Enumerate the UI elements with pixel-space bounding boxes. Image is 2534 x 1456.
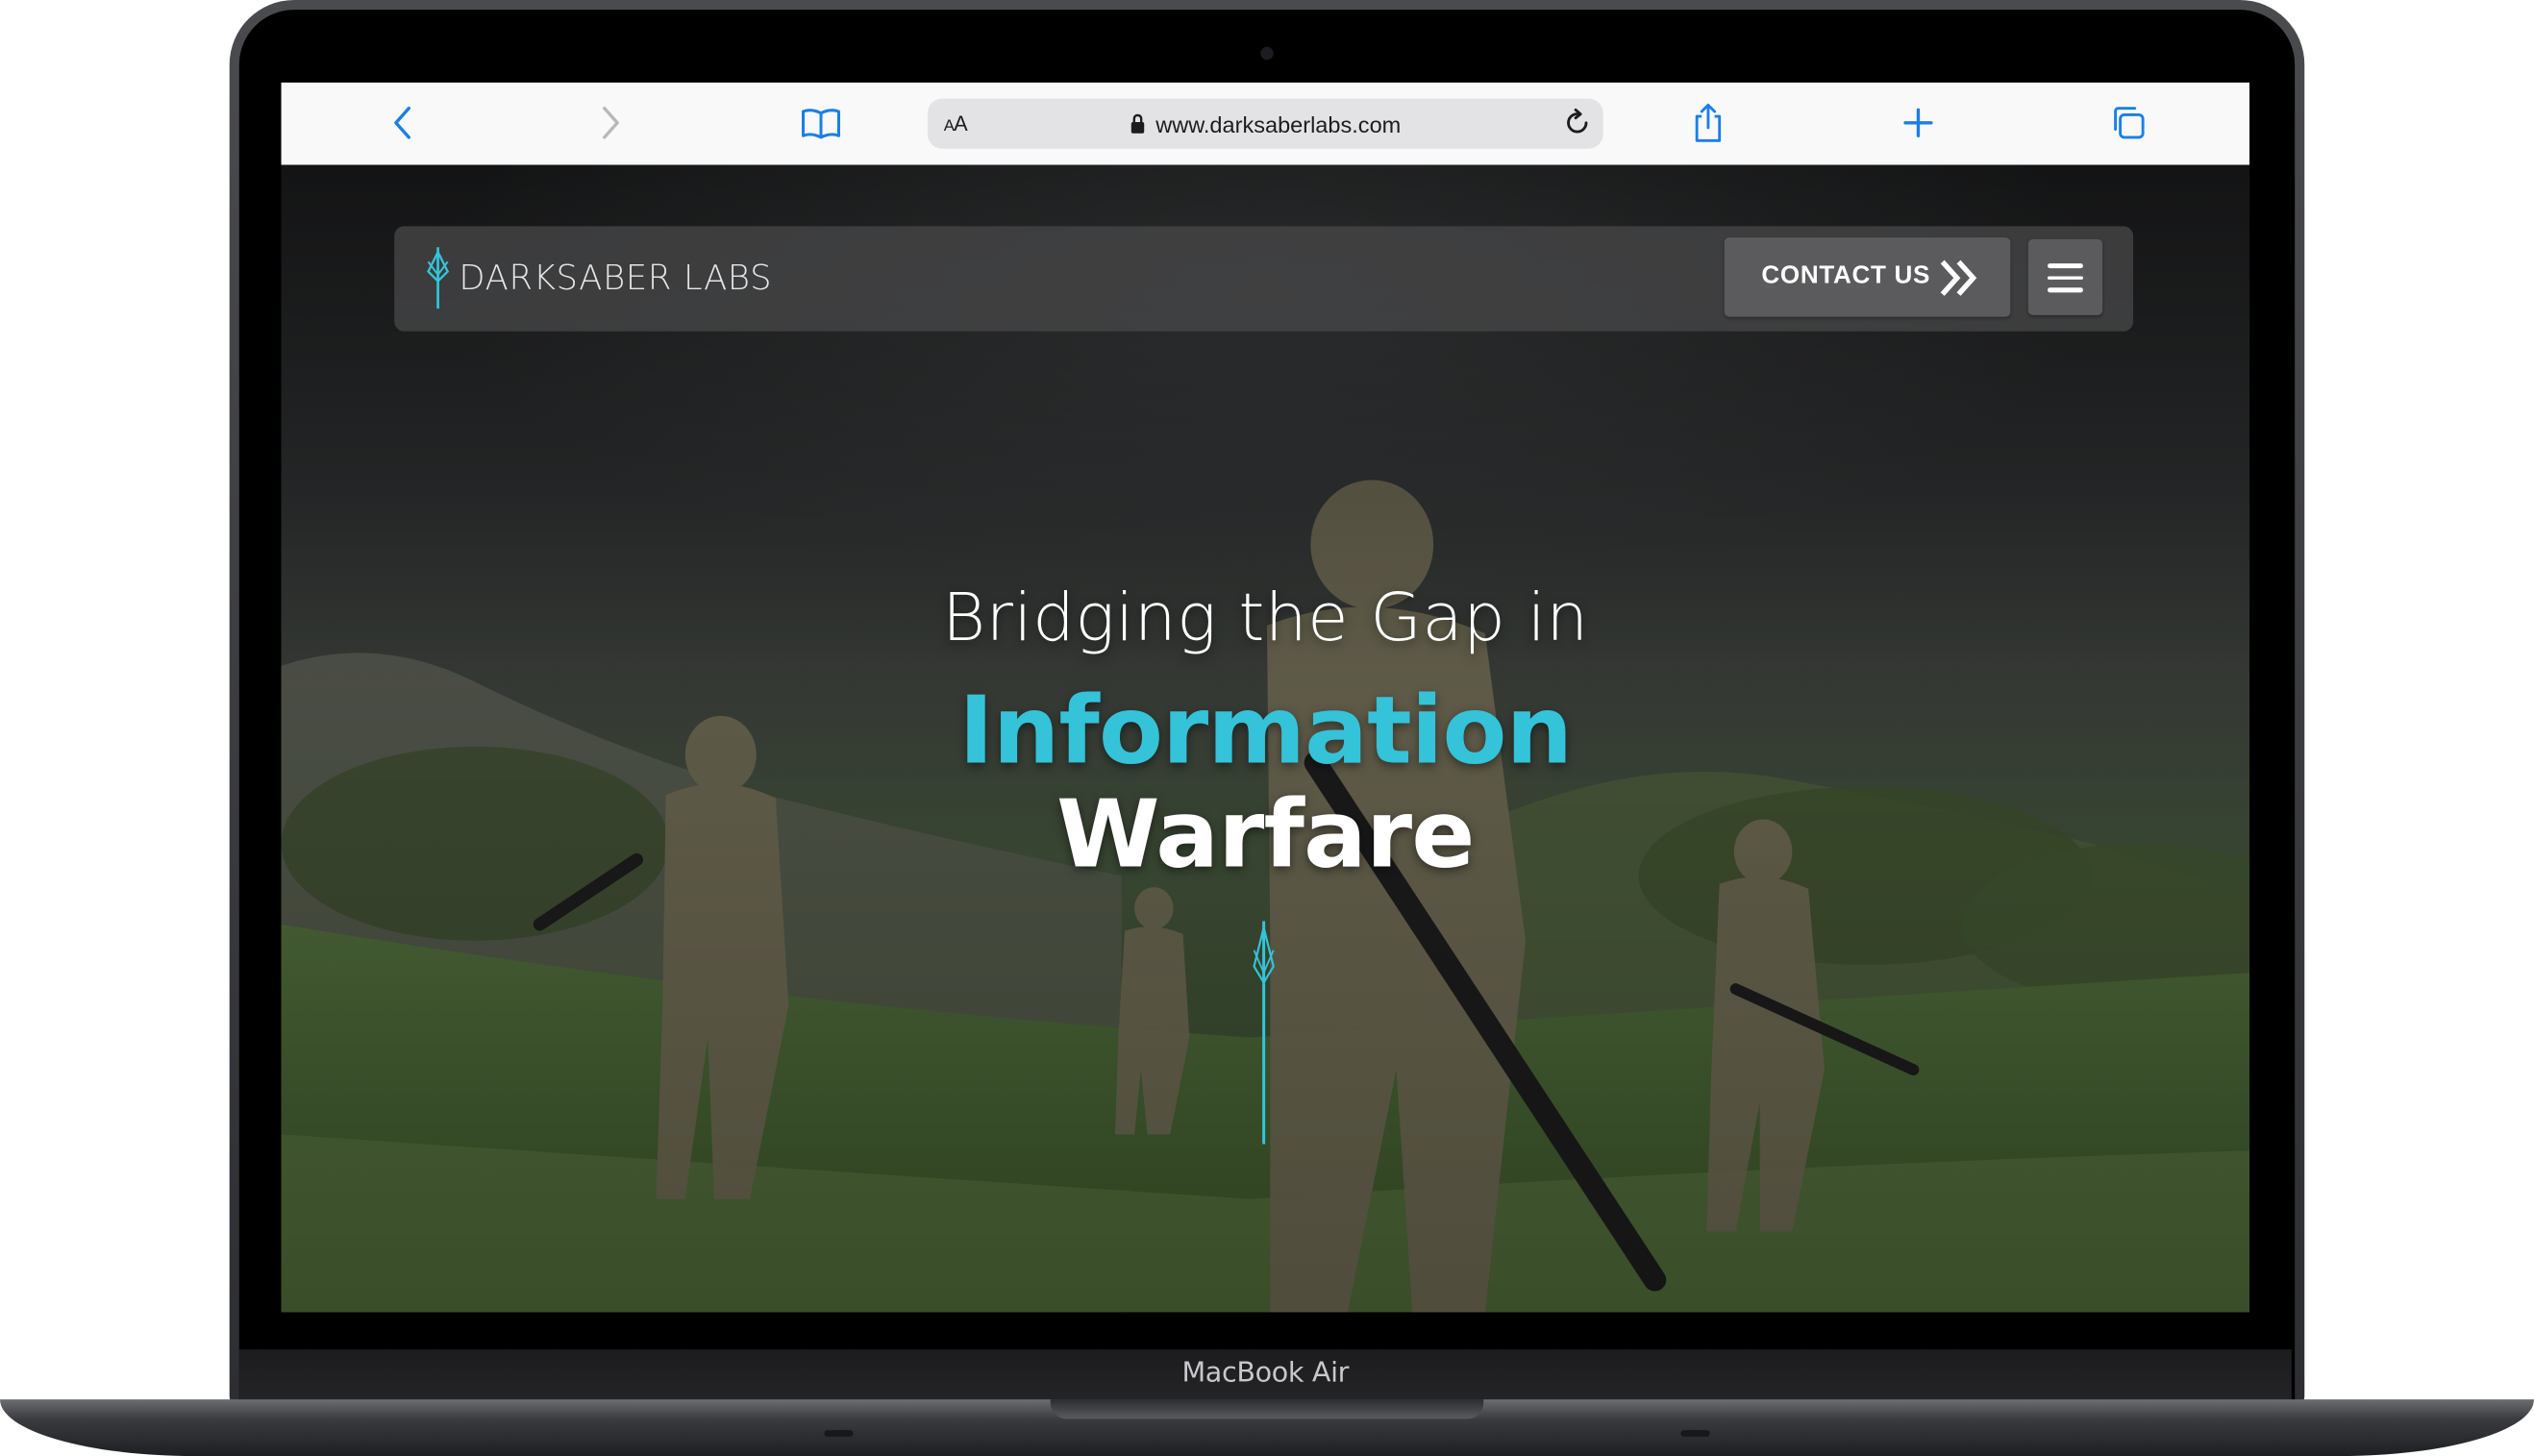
share-icon[interactable] — [1687, 102, 1729, 144]
laptop-foot — [1680, 1430, 1710, 1437]
macbook-mockup: AA www.darksaberlabs.com DARKSABER LABS … — [0, 0, 2534, 1456]
laptop-hinge-notch — [1050, 1399, 1484, 1419]
saber-scroll-indicator-icon[interactable] — [1244, 918, 1282, 1148]
url-text: www.darksaberlabs.com — [1155, 111, 1402, 137]
bookmarks-icon[interactable] — [800, 102, 842, 144]
laptop-foot — [824, 1430, 854, 1437]
lock-icon — [1130, 113, 1145, 134]
camera-icon — [1260, 46, 1274, 61]
browser-toolbar: AA www.darksaberlabs.com — [281, 82, 2250, 167]
new-tab-icon[interactable] — [1898, 102, 1940, 144]
brand-logo[interactable]: DARKSABER LABS — [423, 246, 772, 310]
back-icon[interactable] — [382, 102, 424, 144]
brand-name: DARKSABER LABS — [459, 259, 773, 298]
hero-highlight: Information — [958, 675, 1573, 786]
contact-us-label: CONTACT US — [1761, 261, 1931, 289]
reload-icon[interactable] — [1561, 107, 1594, 139]
site-navbar: DARKSABER LABS CONTACT US — [394, 226, 2134, 332]
tabs-icon[interactable] — [2107, 102, 2149, 144]
saber-logo-icon — [427, 247, 450, 309]
device-label: MacBook Air — [1181, 1357, 1350, 1391]
double-chevron-right-icon — [1940, 259, 1977, 296]
hero-headline: Bridging the Gap in — [942, 578, 1589, 656]
forward-icon[interactable] — [590, 102, 633, 144]
hero-subhighlight: Warfare — [1056, 778, 1475, 889]
browser-screen: AA www.darksaberlabs.com DARKSABER LABS … — [281, 82, 2250, 1313]
address-bar[interactable]: AA www.darksaberlabs.com — [927, 98, 1603, 149]
hero-section: DARKSABER LABS CONTACT US Bridging the G… — [281, 164, 2250, 1313]
hamburger-icon[interactable] — [2027, 238, 2103, 315]
contact-us-button[interactable]: CONTACT US — [1724, 237, 2011, 317]
